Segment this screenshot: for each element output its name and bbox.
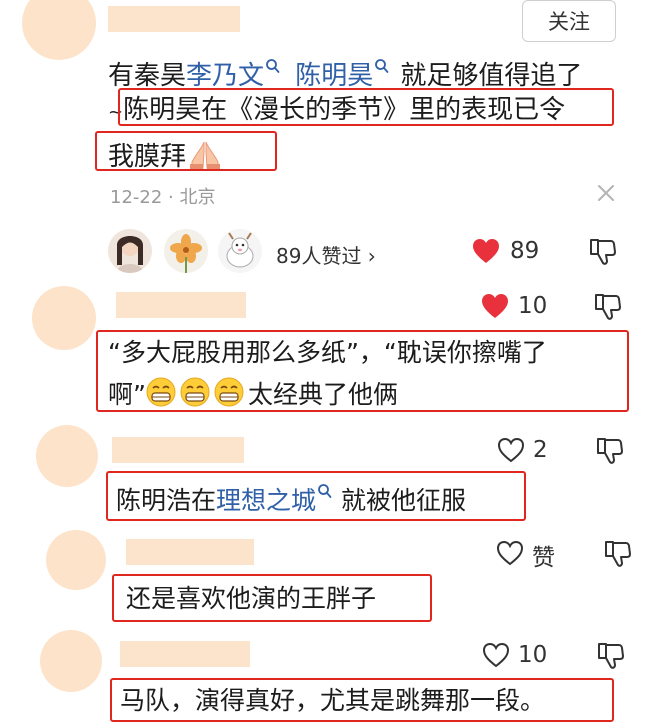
user-avatar[interactable] — [46, 530, 106, 590]
dislike-icon[interactable] — [596, 642, 626, 670]
dislike-icon[interactable] — [593, 293, 623, 321]
like-count: 10 — [518, 642, 548, 668]
heart-icon[interactable] — [496, 540, 524, 566]
username-redacted[interactable] — [112, 437, 244, 463]
username-redacted[interactable] — [126, 539, 254, 565]
like-count: 10 — [518, 293, 548, 319]
username-redacted[interactable] — [116, 292, 246, 318]
search-mini-icon — [375, 59, 389, 73]
comment-text-line: 啊” 太经典了他俩 — [108, 377, 398, 407]
user-avatar[interactable] — [36, 425, 98, 487]
dislike-icon[interactable] — [595, 437, 625, 465]
heart-icon[interactable] — [497, 437, 525, 463]
heart-icon[interactable] — [482, 642, 510, 668]
highlight-box — [118, 88, 614, 126]
comment-text-line: 陈明浩在理想之城 就被他征服 — [116, 483, 466, 513]
user-avatar[interactable] — [32, 286, 96, 350]
topic-link[interactable]: 理想之城 — [216, 486, 316, 515]
follow-button[interactable]: 关注 — [522, 0, 616, 42]
topic-link[interactable]: 李乃文 — [186, 61, 264, 91]
highlight-box — [95, 131, 277, 171]
username-redacted[interactable] — [120, 641, 250, 667]
dislike-icon[interactable] — [603, 540, 633, 568]
user-avatar[interactable] — [22, 0, 96, 60]
user-avatar[interactable] — [40, 630, 102, 692]
liker-avatar[interactable] — [218, 229, 262, 273]
search-mini-icon — [318, 484, 332, 498]
grinning-face-icon — [214, 377, 244, 407]
username-redacted[interactable] — [108, 6, 240, 32]
like-count: 2 — [533, 437, 548, 463]
comment-text-line: 有秦昊李乃文 陈明昊 就足够值得追了 — [108, 58, 582, 89]
comment-text-line: “多大屁股用那么多纸”，“耽误你擦嘴了 — [108, 338, 547, 367]
liker-avatar[interactable] — [164, 229, 208, 273]
dislike-icon[interactable] — [588, 238, 618, 266]
grinning-face-icon — [180, 377, 210, 407]
like-label: 赞 — [532, 545, 555, 571]
comment-text-line: 马队，演得真好，尤其是跳舞那一段。 — [120, 686, 546, 715]
comment-text-line: 还是喜欢他演的王胖子 — [126, 584, 377, 613]
search-mini-icon — [266, 59, 280, 73]
like-count: 89 — [510, 238, 540, 264]
grinning-face-icon — [146, 377, 176, 407]
heart-icon[interactable] — [481, 293, 509, 319]
likers-summary[interactable]: 89人赞过 › — [276, 240, 376, 269]
topic-link[interactable]: 陈明昊 — [295, 61, 373, 91]
close-icon[interactable] — [597, 184, 615, 202]
liker-avatar[interactable] — [108, 229, 152, 273]
comment-meta: 12-22 · 北京 — [110, 187, 216, 208]
heart-icon[interactable] — [472, 238, 500, 264]
